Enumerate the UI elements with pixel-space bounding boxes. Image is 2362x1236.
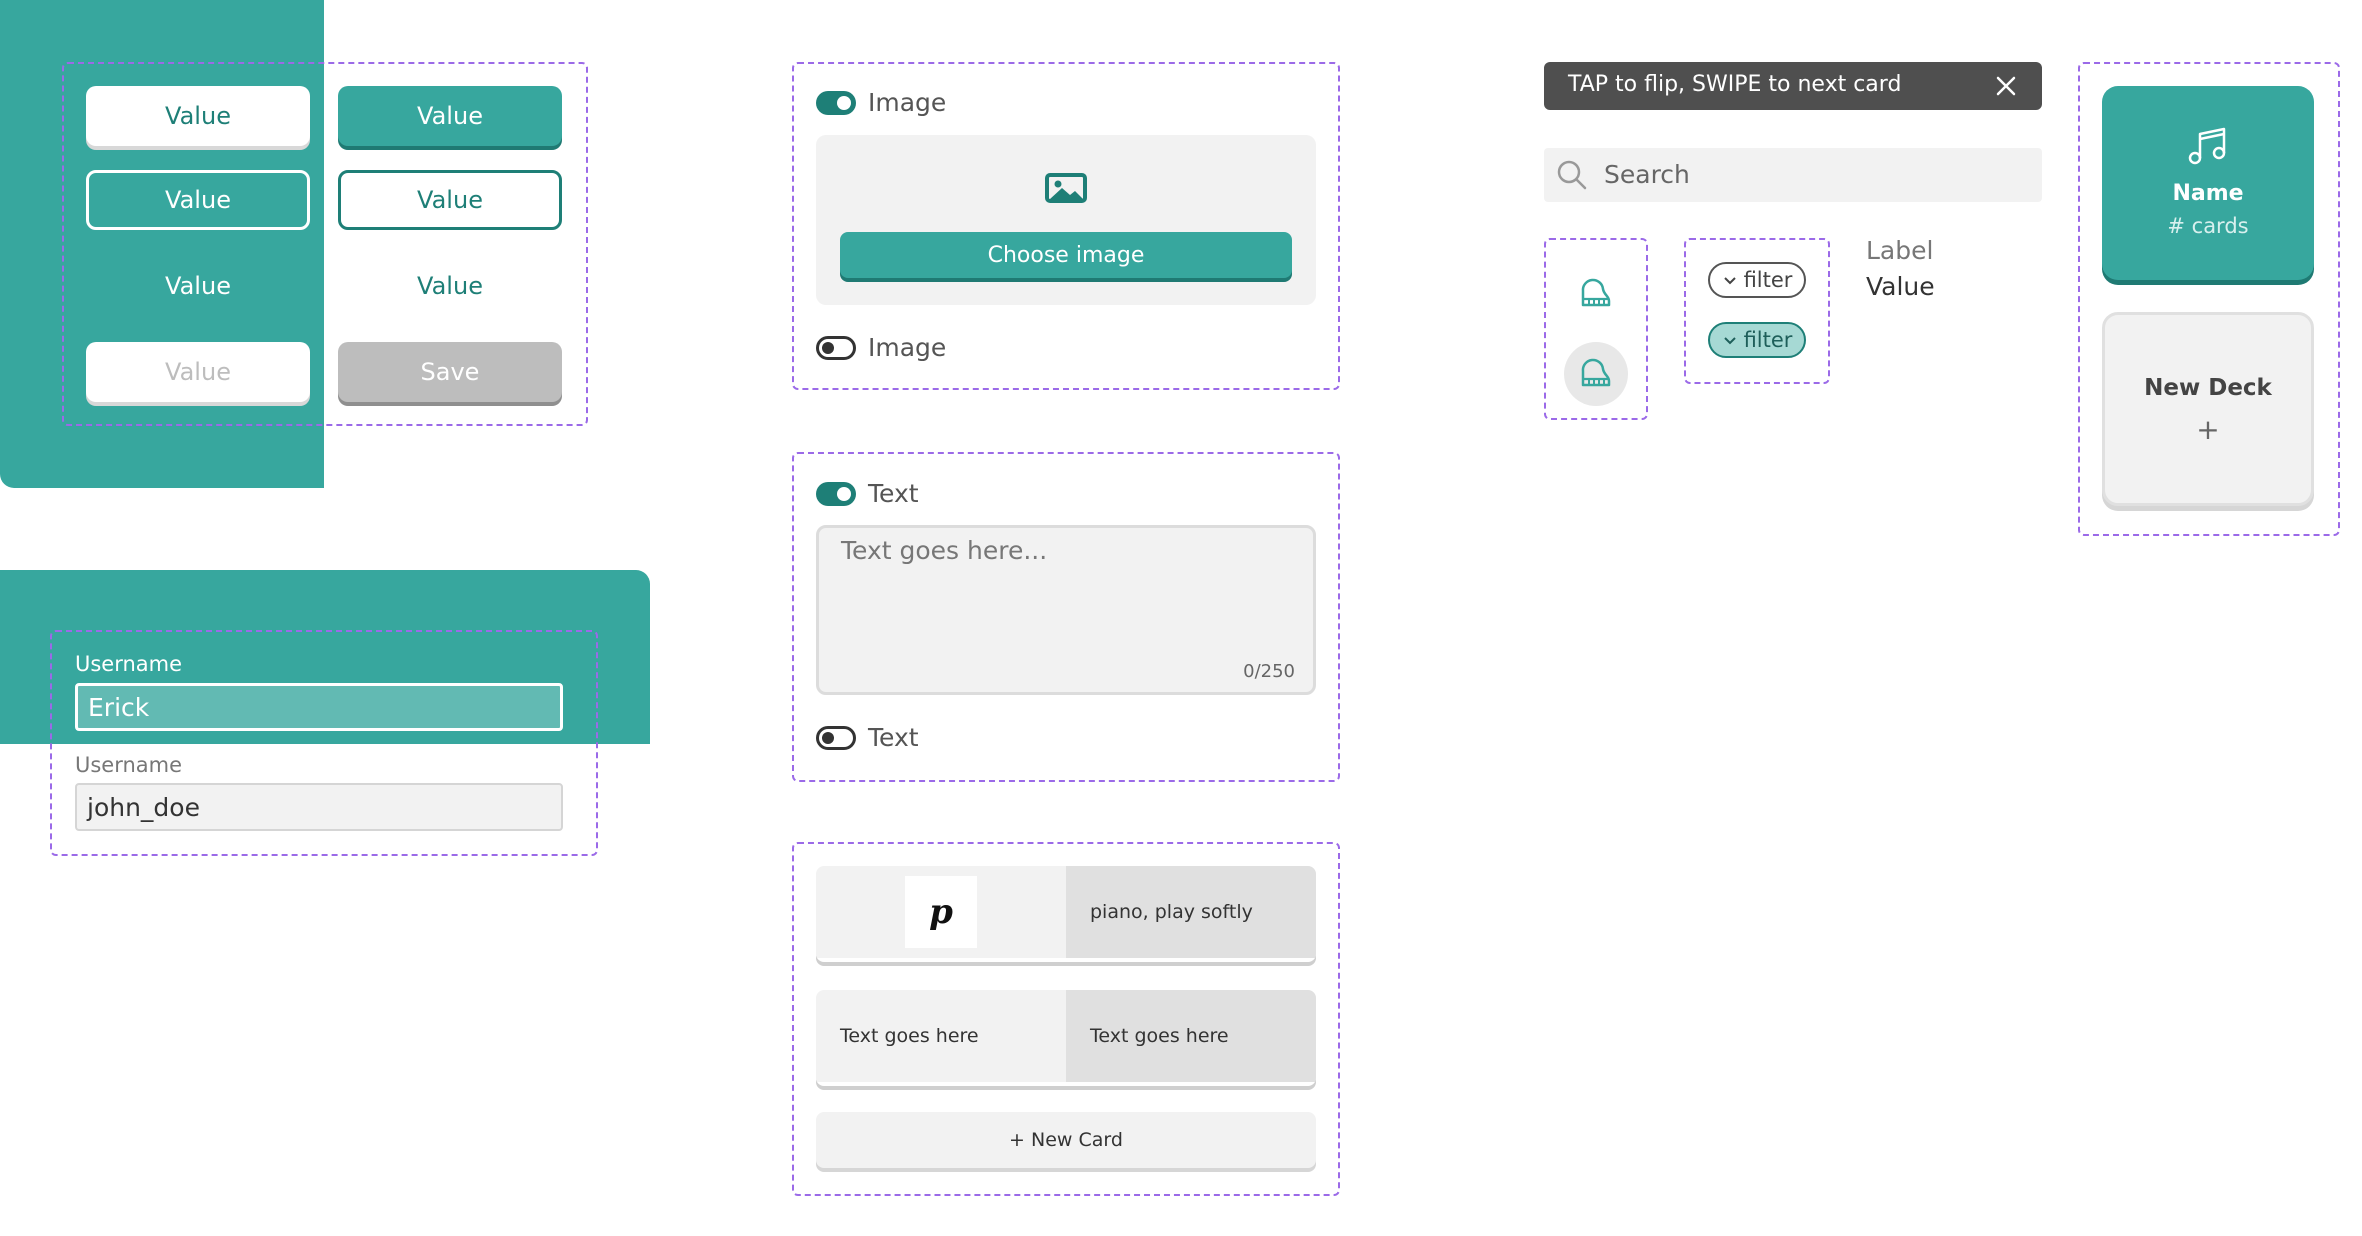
- value-button-outline-teal[interactable]: Value: [338, 170, 562, 230]
- chevron-down-icon: [1722, 328, 1738, 352]
- value-button-outline-white[interactable]: Value: [86, 170, 310, 230]
- image-icon: [1044, 172, 1088, 204]
- text-toggle-on[interactable]: [816, 482, 856, 506]
- filter-chip-label: filter: [1743, 268, 1793, 292]
- text-area[interactable]: Text goes here... 0/250: [816, 525, 1316, 695]
- piano-icon-selected[interactable]: [1564, 342, 1628, 406]
- character-counter: 0/250: [1243, 661, 1295, 682]
- image-toggle-off-label: Image: [868, 333, 947, 362]
- new-deck-label: New Deck: [2144, 375, 2272, 401]
- value-button-text-white[interactable]: Value: [86, 256, 310, 316]
- text-toggle-label: Text: [868, 479, 919, 508]
- card-row-1-front: 𝒑: [816, 866, 1066, 958]
- search-placeholder: Search: [1604, 160, 1690, 189]
- filter-chip-label: filter: [1743, 328, 1793, 352]
- text-toggle-off-label: Text: [868, 723, 919, 752]
- username-field[interactable]: john_doe: [75, 783, 563, 831]
- info-label: Label: [1866, 236, 1934, 265]
- card-row-2-back: Text goes here: [1066, 990, 1316, 1082]
- card-row-2[interactable]: Text goes here Text goes here: [816, 990, 1316, 1086]
- image-toggle-on[interactable]: [816, 91, 856, 115]
- chevron-down-icon: [1722, 268, 1738, 292]
- deck-card[interactable]: Name # cards: [2102, 86, 2314, 280]
- card-row-1-back: piano, play softly: [1066, 866, 1316, 958]
- value-button-teal[interactable]: Value: [338, 86, 562, 146]
- filter-chips-frame: [1684, 238, 1830, 384]
- choose-image-button[interactable]: Choose image: [840, 232, 1292, 278]
- search-icon: [1556, 159, 1588, 191]
- text-area-placeholder: Text goes here...: [841, 536, 1048, 565]
- info-value: Value: [1866, 272, 1935, 301]
- save-button[interactable]: Save: [338, 342, 562, 402]
- image-toggle-label: Image: [868, 88, 947, 117]
- image-picker-panel: [816, 135, 1316, 305]
- username-label: Username: [75, 652, 183, 676]
- music-note-icon: [2186, 126, 2230, 166]
- value-button-text-teal[interactable]: Value: [338, 256, 562, 316]
- plus-icon: +: [2196, 413, 2220, 446]
- deck-name: Name: [2172, 181, 2244, 206]
- username-field-active[interactable]: Erick: [75, 683, 563, 731]
- deck-card-count: # cards: [2167, 214, 2249, 238]
- close-icon[interactable]: [1994, 74, 2018, 98]
- search-bar[interactable]: Search: [1544, 148, 2042, 202]
- hint-banner-text: TAP to flip, SWIPE to next card: [1568, 72, 1902, 97]
- value-button-disabled[interactable]: Value: [86, 342, 310, 402]
- value-button-white[interactable]: Value: [86, 86, 310, 146]
- symbol-tile: 𝒑: [905, 876, 977, 948]
- text-toggle-off[interactable]: [816, 726, 856, 750]
- new-deck-button[interactable]: New Deck +: [2102, 312, 2314, 506]
- hint-banner: TAP to flip, SWIPE to next card: [1544, 62, 2042, 110]
- filter-chip-selected[interactable]: filter: [1708, 322, 1806, 358]
- new-card-button[interactable]: + New Card: [816, 1112, 1316, 1168]
- piano-icon[interactable]: [1577, 275, 1615, 313]
- filter-chip[interactable]: filter: [1708, 262, 1806, 298]
- image-toggle-off[interactable]: [816, 336, 856, 360]
- username-label-2: Username: [75, 753, 183, 777]
- card-row-2-front: Text goes here: [816, 990, 1066, 1082]
- card-row-1[interactable]: 𝒑 piano, play softly: [816, 866, 1316, 962]
